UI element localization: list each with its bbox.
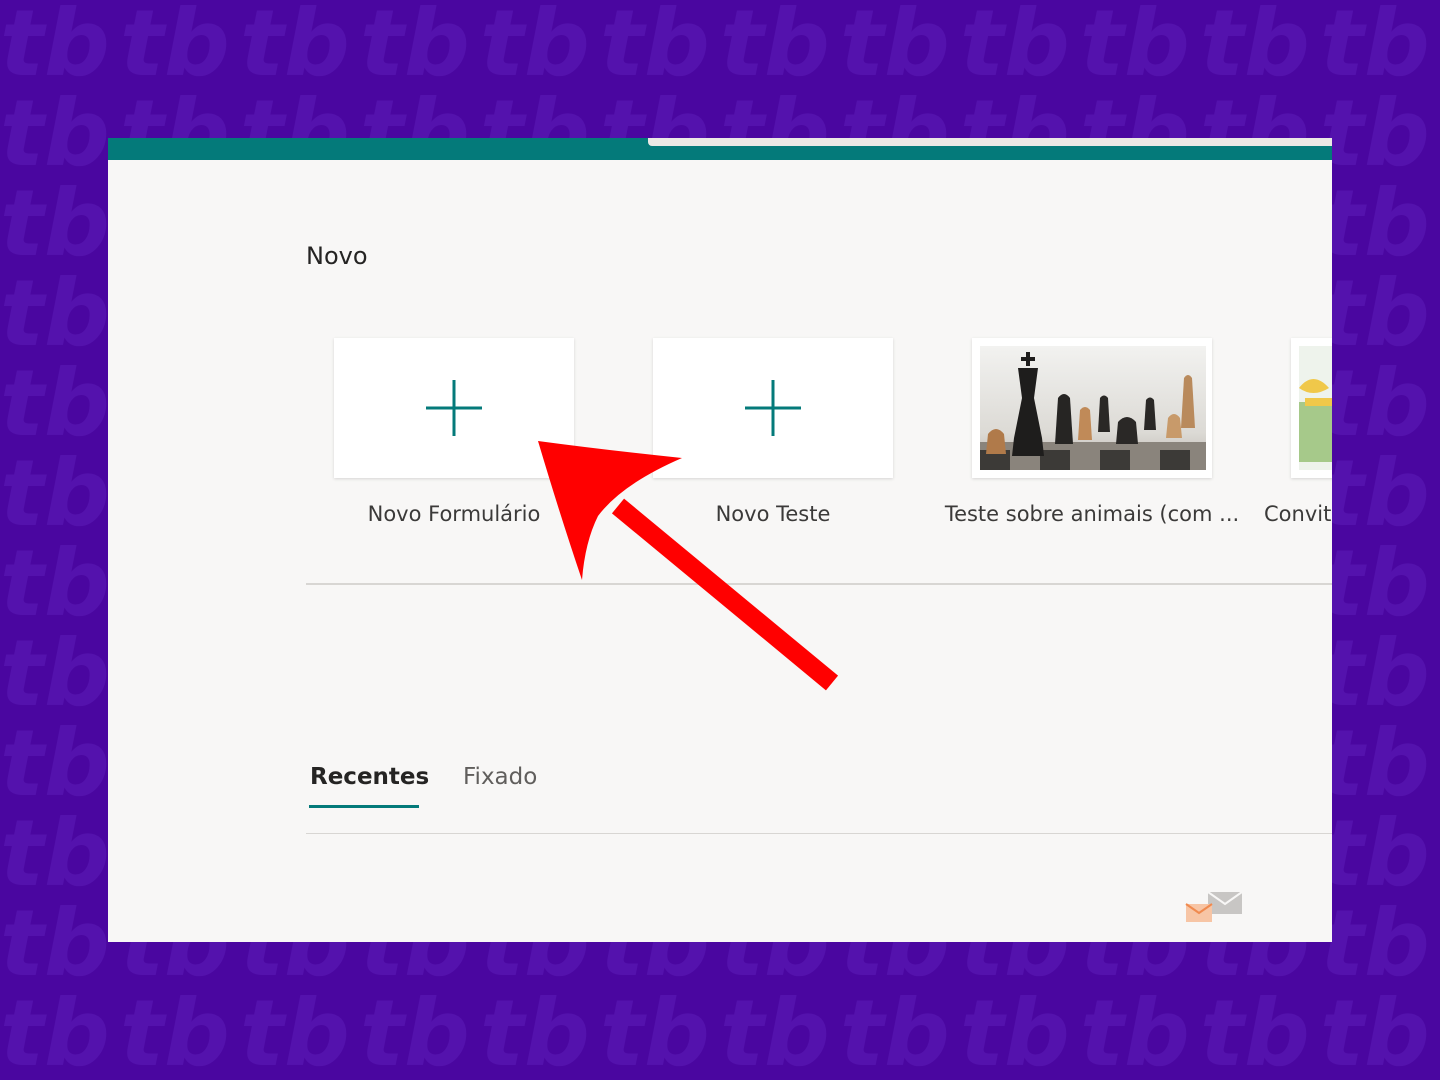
new-quiz-card[interactable] bbox=[653, 338, 893, 478]
forms-window: Novo Novo Formulário Novo Teste Teste so… bbox=[108, 138, 1332, 942]
section-divider bbox=[306, 583, 1332, 585]
new-form-card[interactable] bbox=[334, 338, 574, 478]
new-quiz-label[interactable]: Novo Teste bbox=[623, 502, 923, 526]
animals-quiz-template-card[interactable] bbox=[972, 338, 1212, 478]
invitation-template-card[interactable] bbox=[1291, 338, 1332, 478]
plus-icon bbox=[745, 380, 801, 436]
tab-recent[interactable]: Recentes bbox=[310, 764, 429, 790]
tab-pinned[interactable]: Fixado bbox=[463, 764, 537, 790]
animals-quiz-label[interactable]: Teste sobre animais (com ... bbox=[942, 502, 1242, 526]
header-scrollbar[interactable] bbox=[648, 138, 1332, 146]
invitation-label[interactable]: Convit bbox=[1263, 502, 1332, 526]
envelope-icon bbox=[1185, 891, 1243, 922]
chess-image bbox=[972, 338, 1212, 478]
section-title-new: Novo bbox=[306, 242, 368, 270]
active-tab-indicator bbox=[309, 805, 419, 808]
plus-icon bbox=[426, 380, 482, 436]
new-form-label[interactable]: Novo Formulário bbox=[304, 502, 604, 526]
tabs-divider bbox=[306, 833, 1332, 834]
gift-image bbox=[1291, 338, 1332, 478]
